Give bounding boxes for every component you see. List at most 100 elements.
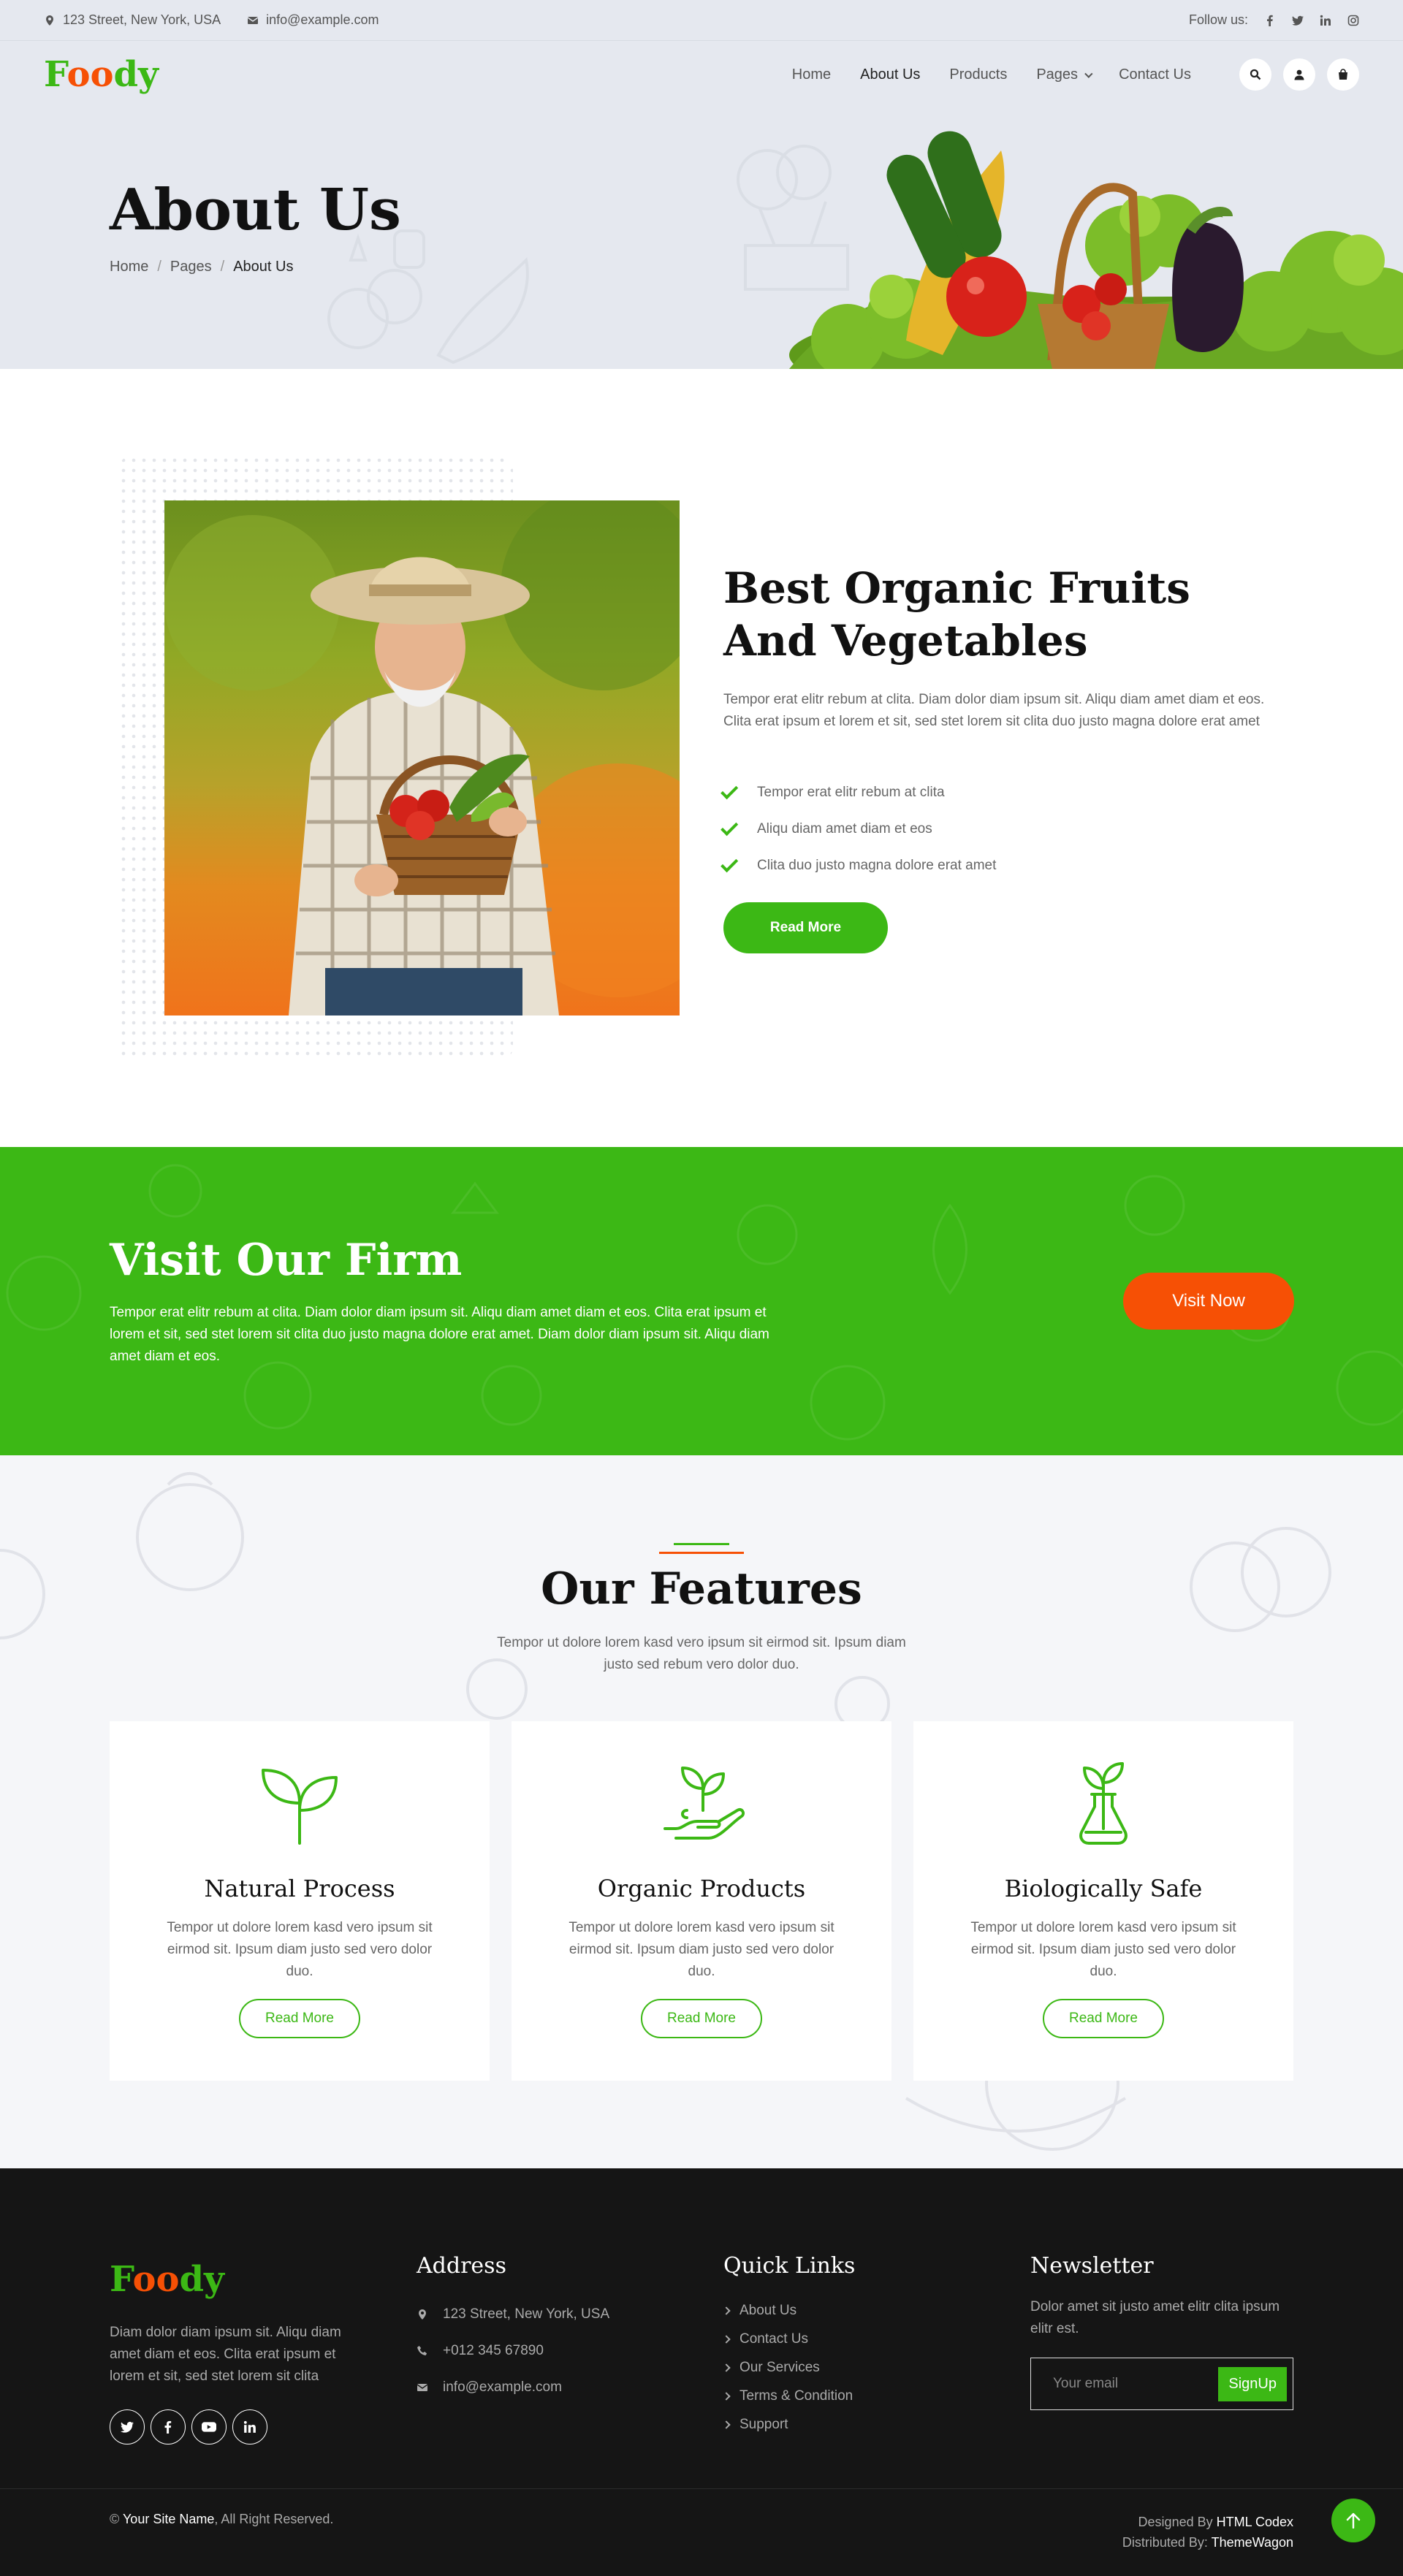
footer-link-label: Support <box>739 2416 788 2432</box>
feature-card: Natural Process Tempor ut dolore lorem k… <box>110 1721 490 2081</box>
footer: Foody Diam dolor diam ipsum sit. Aliqu d… <box>0 2168 1403 2576</box>
user-icon <box>1294 69 1304 80</box>
footer-logo[interactable]: Foody <box>110 2259 373 2300</box>
footer-link-support[interactable]: Support <box>722 2410 855 2439</box>
breadcrumb-pages[interactable]: Pages <box>170 259 212 275</box>
designed-by-label: Designed By <box>1138 2515 1213 2529</box>
farmer-image <box>164 500 680 1015</box>
footer-address-title: Address <box>417 2253 506 2279</box>
footer-link-about-us[interactable]: About Us <box>722 2296 855 2325</box>
newsletter-form: SignUp <box>1030 2358 1293 2410</box>
envelope-icon <box>247 16 259 24</box>
about-section: Best Organic Fruits And Vegetables Tempo… <box>0 369 1403 1147</box>
footer-brand-column: Foody Diam dolor diam ipsum sit. Aliqu d… <box>110 2259 373 2444</box>
check-icon <box>720 782 739 800</box>
arrow-up-icon <box>1346 2512 1361 2529</box>
visit-firm-banner: Visit Our Firm Tempor erat elitr rebum a… <box>0 1147 1403 1455</box>
footer-link-our-services[interactable]: Our Services <box>722 2353 855 2382</box>
about-title: Best Organic Fruits And Vegetables <box>723 563 1190 666</box>
nav-item-pages-label: Pages <box>1036 66 1079 83</box>
footer-email-text: info@example.com <box>443 2379 562 2395</box>
about-description: Tempor erat elitr rebum at clita. Diam d… <box>723 692 1265 729</box>
footer-newsletter-column: Newsletter Dolor amet sit justo amet eli… <box>1030 2253 1293 2410</box>
page-title: About Us <box>110 177 401 243</box>
read-more-button[interactable]: Read More <box>1043 1999 1164 2038</box>
list-item: Tempor erat elitr rebum at clita <box>720 774 996 811</box>
feature-description: Tempor ut dolore lorem kasd vero ipsum s… <box>569 1920 834 1979</box>
youtube-button[interactable] <box>191 2409 227 2444</box>
newsletter-email-input[interactable] <box>1053 2376 1214 2392</box>
phone-icon <box>417 2346 427 2355</box>
site-name-link[interactable]: Your Site Name <box>123 2512 214 2526</box>
footer-phone-text: +012 345 67890 <box>443 2343 544 2358</box>
top-bar: 123 Street, New York, USA info@example.c… <box>0 0 1403 41</box>
copyright-symbol: © <box>110 2512 120 2526</box>
feature-title: Natural Process <box>204 1875 395 1902</box>
search-icon <box>1250 69 1261 80</box>
chevron-right-icon <box>722 2391 731 2401</box>
breadcrumb: Home / Pages / About Us <box>110 259 293 275</box>
distributed-by-label: Distributed By: <box>1122 2535 1208 2550</box>
copyright: © Your Site Name, All Right Reserved. <box>110 2512 333 2527</box>
distributor-link[interactable]: ThemeWagon <box>1212 2535 1293 2550</box>
back-to-top-button[interactable] <box>1331 2499 1375 2542</box>
footer-address: 123 Street, New York, USA <box>417 2296 609 2333</box>
linkedin-icon[interactable] <box>1320 15 1331 26</box>
main-nav: Home About Us Products Pages Contact Us <box>792 66 1191 83</box>
instagram-icon[interactable] <box>1347 15 1359 26</box>
designer-link[interactable]: HTML Codex <box>1217 2515 1293 2529</box>
twitter-button[interactable] <box>110 2409 145 2444</box>
account-button[interactable] <box>1283 58 1315 91</box>
signup-button[interactable]: SignUp <box>1218 2366 1287 2401</box>
breadcrumb-home[interactable]: Home <box>110 259 148 275</box>
youtube-icon <box>202 2422 216 2432</box>
brand-logo[interactable]: Foody <box>44 54 159 95</box>
topbar-email[interactable]: info@example.com <box>247 12 379 28</box>
breadcrumb-separator: / <box>220 259 225 275</box>
footer-link-terms[interactable]: Terms & Condition <box>722 2382 855 2410</box>
footer-email[interactable]: info@example.com <box>417 2369 609 2406</box>
footer-address-text: 123 Street, New York, USA <box>443 2306 610 2322</box>
title-divider <box>674 1543 729 1545</box>
feature-title: Organic Products <box>597 1875 806 1902</box>
cart-button[interactable] <box>1327 58 1359 91</box>
footer-link-label: Terms & Condition <box>739 2388 853 2404</box>
nav-item-products[interactable]: Products <box>949 66 1007 83</box>
chevron-right-icon <box>722 2363 731 2372</box>
navbar: Foody Home About Us Products Pages Conta… <box>0 41 1403 108</box>
feature-title: Biologically Safe <box>1004 1875 1203 1902</box>
read-more-button[interactable]: Read More <box>723 902 888 953</box>
facebook-icon[interactable] <box>1264 15 1276 26</box>
check-icon <box>720 855 739 873</box>
visit-now-button[interactable]: Visit Now <box>1123 1273 1294 1330</box>
map-marker-icon <box>419 2309 426 2320</box>
linkedin-button[interactable] <box>232 2409 267 2444</box>
footer-link-label: Contact Us <box>739 2331 808 2347</box>
footer-link-contact-us[interactable]: Contact Us <box>722 2325 855 2353</box>
page-header: Foody Home About Us Products Pages Conta… <box>0 41 1403 369</box>
nav-item-contact-us[interactable]: Contact Us <box>1119 66 1191 83</box>
check-item-text: Aliqu diam amet diam et eos <box>757 821 932 837</box>
features-title: Our Features <box>541 1563 862 1615</box>
breadcrumb-separator: / <box>157 259 161 275</box>
check-icon <box>720 818 739 837</box>
topbar-address: 123 Street, New York, USA <box>44 12 221 28</box>
chevron-right-icon <box>722 2420 731 2429</box>
nav-item-pages[interactable]: Pages <box>1036 66 1093 83</box>
facebook-button[interactable] <box>151 2409 186 2444</box>
nav-item-about-us[interactable]: About Us <box>860 66 920 83</box>
footer-about-text: Diam dolor diam ipsum sit. Aliqu diam am… <box>110 2325 341 2384</box>
breadcrumb-current: About Us <box>233 259 294 275</box>
topbar-address-text: 123 Street, New York, USA <box>63 12 221 27</box>
check-item-text: Clita duo justo magna dolore erat amet <box>757 858 997 873</box>
read-more-button[interactable]: Read More <box>641 1999 762 2038</box>
envelope-icon <box>417 2384 428 2391</box>
twitter-icon[interactable] <box>1292 15 1304 26</box>
nav-item-home[interactable]: Home <box>792 66 831 83</box>
about-checklist: Tempor erat elitr rebum at clita Aliqu d… <box>720 774 997 884</box>
flask-plant-icon <box>1079 1762 1128 1845</box>
firm-description: Tempor erat elitr rebum at clita. Diam d… <box>110 1305 769 1364</box>
check-item-text: Tempor erat elitr rebum at clita <box>757 785 945 800</box>
read-more-button[interactable]: Read More <box>239 1999 360 2038</box>
search-button[interactable] <box>1239 58 1271 91</box>
